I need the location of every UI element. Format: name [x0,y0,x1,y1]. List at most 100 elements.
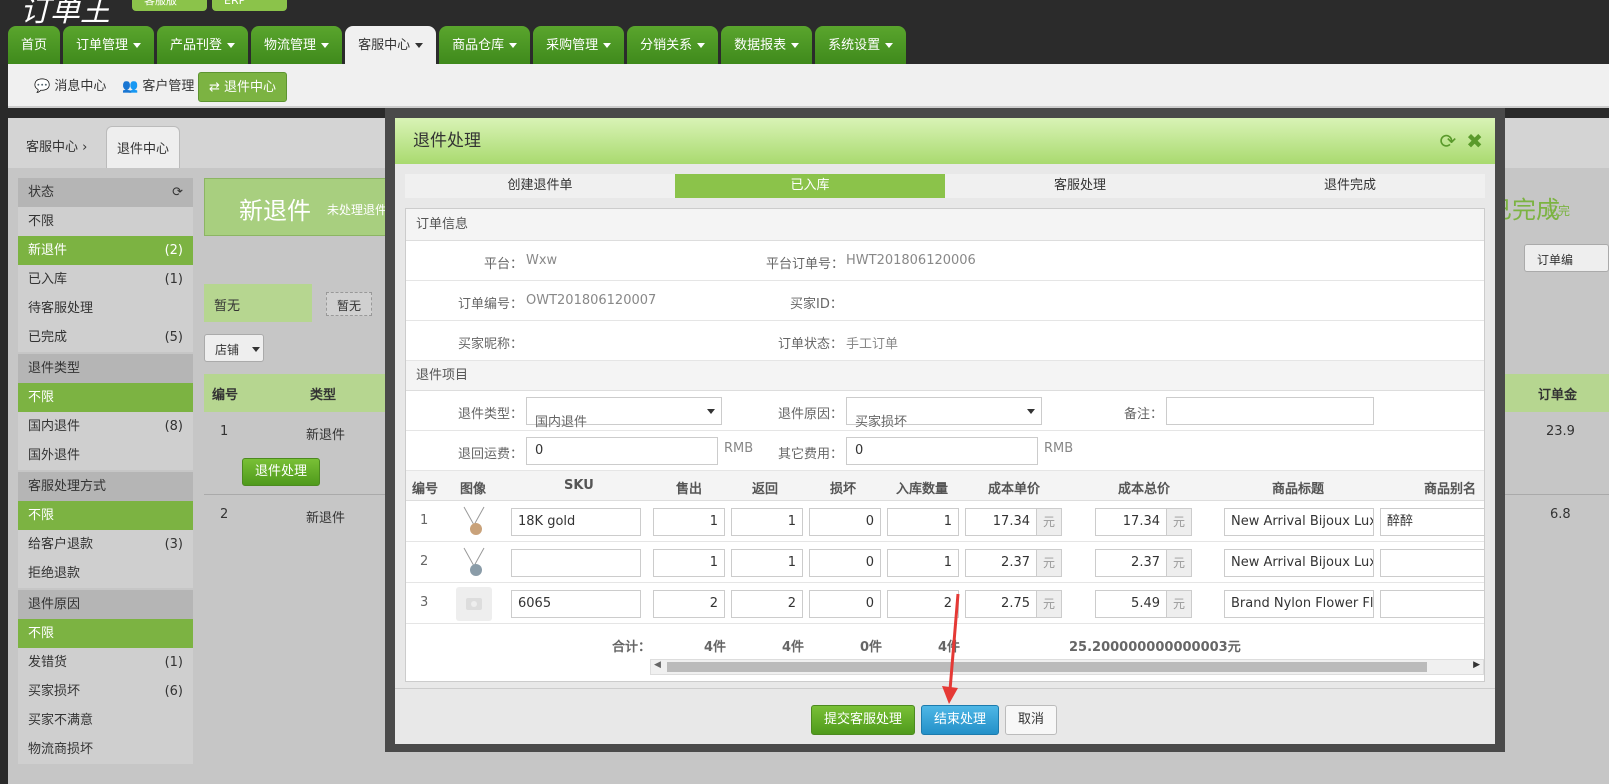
tab-warehouse[interactable]: 商品仓库 [439,26,531,64]
note-input[interactable] [1166,397,1374,425]
scroll-right-icon[interactable]: ▶ [1473,660,1480,670]
sidebar-item[interactable]: 已完成 (5) [18,323,193,352]
image-placeholder-icon[interactable] [456,587,492,621]
alias-input[interactable] [1380,549,1484,577]
title-input[interactable]: New Arrival Bijoux Luxur [1224,549,1374,577]
sidebar-item[interactable]: 国内退件 (8) [18,412,193,441]
unit-cost-input[interactable]: 2.37 [965,549,1037,577]
col-header: 成本总价 [1118,482,1171,497]
subnav-messages[interactable]: 💬 消息中心 [24,72,116,102]
total-cost-input[interactable]: 2.37 [1095,549,1167,577]
tab-distribution[interactable]: 分销关系 [627,26,719,64]
chevron-down-icon [415,43,424,48]
sidebar-item[interactable]: 新退件 (2) [18,236,193,265]
cancel-button[interactable]: 取消 [1005,705,1058,735]
submit-cs-button[interactable]: 提交客服处理 [811,705,916,735]
chat-icon: 💬 [34,79,51,94]
returned-input[interactable]: 1 [731,508,803,536]
total-cost: 25.200000000000003元 [1069,640,1241,655]
refresh-icon[interactable]: ⟳ [172,178,183,207]
refresh-icon[interactable]: ⟳ [1439,118,1456,164]
damaged-input[interactable]: 0 [809,590,881,618]
product-image[interactable] [456,546,492,580]
sold-input[interactable]: 1 [653,549,725,577]
stock-input[interactable]: 1 [887,508,959,536]
total-cost-input[interactable]: 17.34 [1095,508,1167,536]
table-row-amount: 6.8 [1498,494,1609,532]
sold-input[interactable]: 1 [653,508,725,536]
sidebar-item[interactable]: 买家损坏 (6) [18,677,193,706]
horizontal-scrollbar[interactable]: ◀ ▶ [650,659,1484,675]
sku-input[interactable]: 6065 [511,590,641,618]
version-badge-erp[interactable]: ERP [212,0,287,11]
chevron-down-icon [133,43,142,48]
breadcrumb-current[interactable]: 退件中心 [106,126,181,168]
scroll-left-icon[interactable]: ◀ [654,660,661,670]
sidebar-item[interactable]: 不限 [18,383,193,412]
reason-select[interactable]: 买家损坏 [846,397,1042,430]
sidebar-method-header: 客服处理方式 [18,472,193,501]
breadcrumb-root[interactable]: 客服中心 › [26,136,87,155]
subnav-customers[interactable]: 👥 客户管理 [112,72,204,102]
tab-purchase[interactable]: 采购管理 [533,26,625,64]
return-type-select[interactable]: 国内退件 [526,397,722,430]
sidebar-item[interactable]: 拒绝退款 [18,559,193,588]
filter-tag[interactable]: 暂无 [326,292,372,316]
sidebar-item[interactable]: 买家不满意 [18,706,193,735]
info-row: 买家昵称： 订单状态： 手工订单 [406,321,1484,361]
unit-cost-input[interactable]: 17.34 [965,508,1037,536]
total-cost-input[interactable]: 5.49 [1095,590,1167,618]
tab-settings[interactable]: 系统设置 [815,26,907,64]
tab-home[interactable]: 首页 [8,26,61,64]
sidebar-item[interactable]: 已入库 (1) [18,265,193,294]
freight-input[interactable]: 0 [526,437,718,465]
close-icon[interactable]: ✖ [1466,118,1483,164]
sidebar-item[interactable]: 不限 [18,207,193,236]
damaged-input[interactable]: 0 [809,508,881,536]
sold-input[interactable]: 2 [653,590,725,618]
sidebar-item[interactable]: 国外退件 [18,441,193,470]
scrollbar-thumb[interactable] [667,662,1427,672]
sidebar-item[interactable]: 给客户退款 (3) [18,530,193,559]
sidebar-item[interactable]: 物流商损坏 [18,735,193,764]
title-input[interactable]: New Arrival Bijoux Luxur [1224,508,1374,536]
tab-logistics[interactable]: 物流管理 [251,26,343,64]
total-sold: 4件 [704,640,727,655]
return-items-header: 退件项目 [406,361,1484,391]
tab-customer-service[interactable]: 客服中心 [345,26,437,64]
sidebar-item[interactable]: 不限 [18,501,193,530]
title-input[interactable]: Brand Nylon Flower Flor [1224,590,1374,618]
store-button[interactable]: 店铺 [204,334,264,362]
sidebar-item[interactable]: 待客服处理 [18,294,193,323]
col-header: 成本单价 [988,482,1041,497]
return-process-button[interactable]: 退件处理 [242,458,321,486]
returned-input[interactable]: 2 [731,590,803,618]
stock-input[interactable]: 1 [887,549,959,577]
order-no-button[interactable]: 订单编 [1524,244,1609,272]
tab-listing[interactable]: 产品刊登 [157,26,249,64]
sku-input[interactable] [511,549,641,577]
tab-orders[interactable]: 订单管理 [63,26,155,64]
annotation-arrow-icon [942,593,960,704]
damaged-input[interactable]: 0 [809,549,881,577]
unit-cost-input[interactable]: 2.75 [965,590,1037,618]
returned-input[interactable]: 1 [731,549,803,577]
tab-reports[interactable]: 数据报表 [721,26,813,64]
alias-input[interactable]: 醉醉 [1380,508,1484,536]
modal-header: 退件处理 ⟳ ✖ [395,118,1495,164]
sku-input[interactable]: 18K gold [511,508,641,536]
sidebar-item[interactable]: 不限 [18,619,193,648]
buyer-id-label: 买家ID： [790,297,843,312]
modal-title: 退件处理 [413,131,481,151]
subnav-returns[interactable]: ⇄ 退件中心 [198,72,288,102]
currency-unit: 元 [1036,590,1062,618]
row-number: 2 [420,554,429,569]
version-badge-cs[interactable]: 客服版 [132,0,207,11]
product-image[interactable] [456,505,492,539]
other-fee-input[interactable]: 0 [846,437,1038,465]
chevron-down-icon [791,43,800,48]
step-create: 创建退件单 [405,174,675,198]
currency-unit: 元 [1166,549,1192,577]
sidebar-item[interactable]: 发错货 (1) [18,648,193,677]
alias-input[interactable] [1380,590,1484,618]
